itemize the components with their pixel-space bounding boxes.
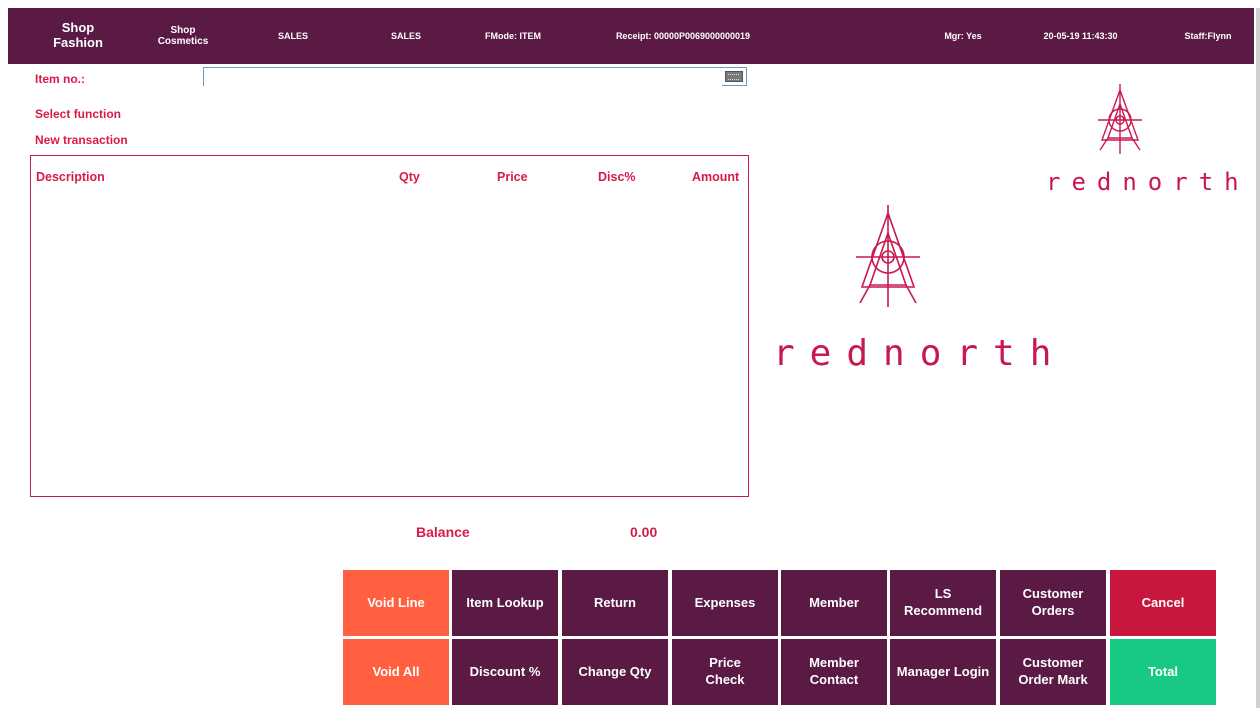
col-qty: Qty	[399, 170, 420, 184]
member-contact-button[interactable]: Member Contact	[781, 639, 887, 705]
brand-text-large: rednorth	[773, 333, 1067, 374]
ls-recommend-button[interactable]: LS Recommend	[890, 570, 996, 636]
balance-label: Balance	[416, 524, 470, 540]
transaction-grid[interactable]: Description Qty Price Disc% Amount	[30, 155, 749, 497]
member-button[interactable]: Member	[781, 570, 887, 636]
col-disc: Disc%	[598, 170, 636, 184]
item-no-input[interactable]	[203, 67, 747, 86]
col-amount: Amount	[692, 170, 740, 184]
manager-login-button[interactable]: Manager Login	[890, 639, 996, 705]
void-all-button[interactable]: Void All	[343, 639, 449, 705]
change-qty-button[interactable]: Change Qty	[562, 639, 668, 705]
staff-name: Staff:Flynn	[1184, 30, 1232, 41]
customer-order-mark-button[interactable]: Customer Order Mark	[1000, 639, 1106, 705]
customer-orders-button[interactable]: Customer Orders	[1000, 570, 1106, 636]
window-edge	[1256, 8, 1260, 708]
shop-cosmetics-tab[interactable]: Shop Cosmetics	[153, 8, 213, 64]
sales-mode-1: SALES	[277, 30, 308, 41]
col-description: Description	[36, 170, 105, 184]
expenses-button[interactable]: Expenses	[672, 570, 778, 636]
item-no-label: Item no.:	[35, 72, 85, 86]
rednorth-logo-icon-small	[1090, 82, 1150, 161]
total-button[interactable]: Total	[1110, 639, 1216, 705]
price-check-button[interactable]: Price Check	[672, 639, 778, 705]
manager-status: Mgr: Yes	[944, 30, 982, 41]
receipt-number: Receipt: 00000P0069000000019	[615, 30, 751, 41]
return-button[interactable]: Return	[562, 570, 668, 636]
rednorth-logo-icon-large	[848, 203, 928, 314]
keyboard-icon[interactable]	[725, 71, 743, 82]
void-line-button[interactable]: Void Line	[343, 570, 449, 636]
select-function-label: Select function	[35, 107, 122, 121]
sales-mode-2: SALES	[390, 30, 421, 41]
col-price: Price	[497, 170, 528, 184]
item-lookup-button[interactable]: Item Lookup	[452, 570, 558, 636]
discount-button[interactable]: Discount %	[452, 639, 558, 705]
datetime: 20-05-19 11:43:30	[1043, 30, 1118, 41]
shop-fashion-tab[interactable]: Shop Fashion	[43, 8, 113, 64]
top-status-bar: Shop Fashion Shop Cosmetics SALES SALES …	[8, 8, 1254, 64]
new-transaction-label: New transaction	[35, 133, 128, 147]
brand-text-small: rednorth	[1046, 168, 1250, 196]
balance-value: 0.00	[630, 524, 658, 540]
item-no-field[interactable]	[204, 68, 722, 86]
fmode-indicator: FMode: ITEM	[485, 30, 541, 41]
cancel-button[interactable]: Cancel	[1110, 570, 1216, 636]
